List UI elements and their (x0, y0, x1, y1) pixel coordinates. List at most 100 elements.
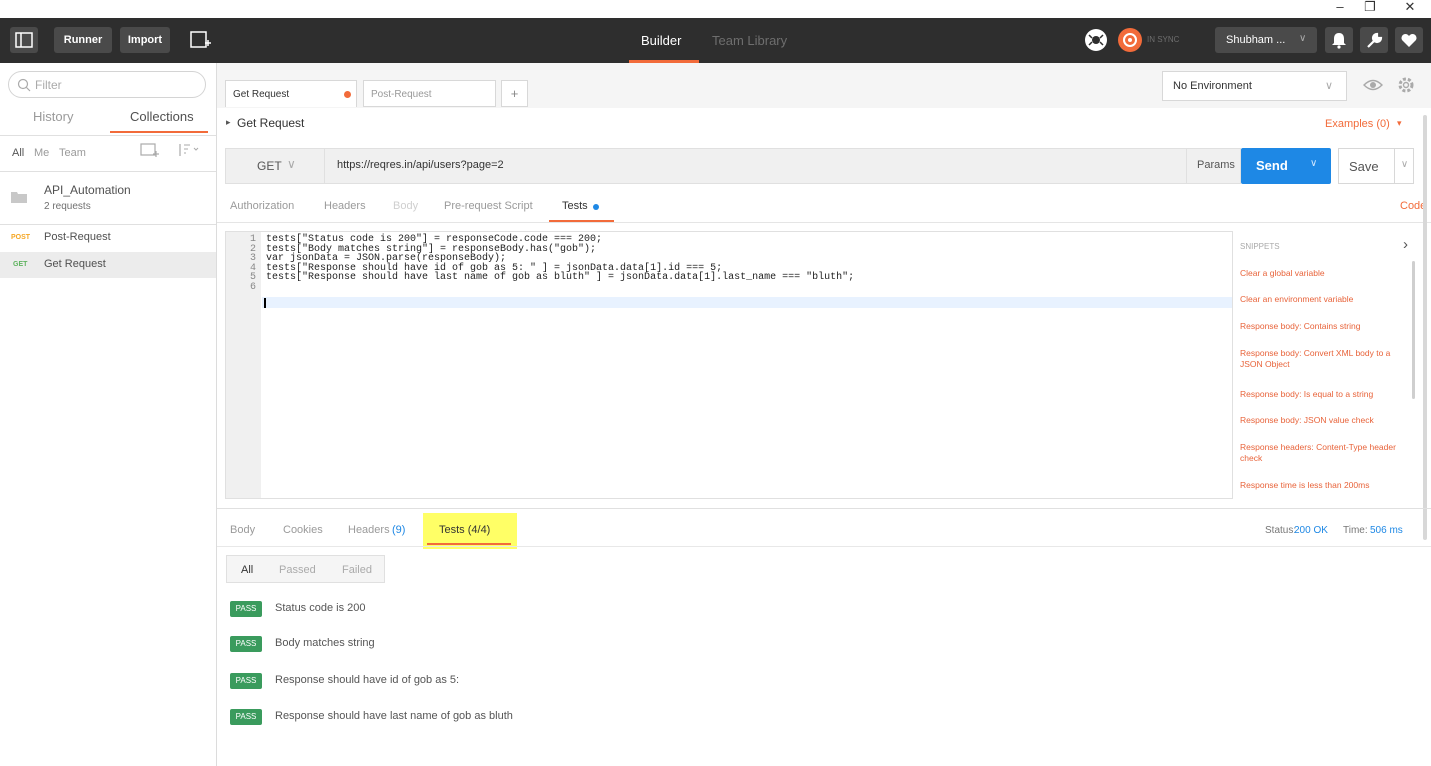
test-result: Status code is 200 (275, 602, 366, 614)
results-filter: All Passed Failed (226, 555, 385, 583)
divider (217, 222, 1431, 223)
snippet-link[interactable]: Response body: Is equal to a string (1240, 389, 1410, 400)
scope-all[interactable]: All (12, 147, 24, 159)
snippets-title: SNIPPETS (1240, 242, 1280, 251)
minimize-button[interactable]: – (1325, 0, 1355, 18)
status-value: 200 OK (1294, 525, 1328, 536)
user-menu[interactable]: Shubham ... ∨ (1215, 27, 1317, 53)
headers-count: (9) (392, 524, 406, 536)
snippets-scrollbar[interactable] (1412, 261, 1415, 399)
main-scrollbar[interactable] (1423, 115, 1427, 540)
snippet-link[interactable]: Response body: Contains string (1240, 321, 1410, 332)
pass-badge: PASS (230, 601, 262, 617)
sync-status: IN SYNC (1147, 35, 1180, 44)
active-tab-underline (427, 543, 511, 545)
chevron-right-icon[interactable]: › (1403, 236, 1408, 253)
chevron-down-icon: ∨ (1394, 149, 1414, 183)
tab-response-headers[interactable]: Headers (348, 524, 390, 536)
add-tab-button[interactable]: + (501, 80, 528, 107)
maximize-button[interactable]: ❐ (1355, 0, 1385, 18)
scope-me[interactable]: Me (34, 147, 49, 159)
request-name: Get Request (44, 258, 106, 270)
method-badge: POST (11, 234, 31, 241)
close-button[interactable]: ✕ (1395, 0, 1425, 18)
test-result: Response should have id of gob as 5: (275, 674, 460, 686)
tab-pre-request-script[interactable]: Pre-request Script (444, 200, 533, 212)
filter-all[interactable]: All (241, 564, 253, 576)
collection-name: API_Automation (44, 183, 131, 197)
bell-icon[interactable] (1325, 27, 1353, 53)
unsaved-dot-icon (344, 91, 351, 98)
line-number: 6 (249, 281, 256, 293)
tab-history[interactable]: History (33, 109, 73, 124)
sidebar-item-post-request[interactable]: POST Post-Request (0, 226, 216, 250)
tab-response-cookies[interactable]: Cookies (283, 524, 323, 536)
tab-tests[interactable]: Tests (549, 191, 614, 222)
tab-authorization[interactable]: Authorization (230, 200, 294, 212)
sidebar-toggle-icon[interactable] (10, 27, 38, 53)
snippet-link[interactable]: Clear an environment variable (1240, 294, 1410, 305)
request-tab-get[interactable]: Get Request (225, 80, 357, 107)
new-window-icon[interactable] (186, 27, 214, 53)
collection-item[interactable]: API_Automation 2 requests (0, 172, 216, 222)
filter-passed[interactable]: Passed (279, 564, 316, 576)
tab-builder[interactable]: Builder (629, 18, 699, 63)
eye-icon[interactable] (1362, 75, 1384, 95)
gear-icon[interactable] (1395, 74, 1417, 96)
environment-select[interactable]: No Environment ∨ (1162, 71, 1347, 101)
snippet-link[interactable]: Response headers: Content-Type header ch… (1240, 442, 1410, 464)
params-button[interactable]: Params (1186, 148, 1241, 184)
method-select[interactable]: GET ∨ (225, 148, 325, 184)
filter-failed[interactable]: Failed (342, 564, 372, 576)
heart-icon[interactable] (1395, 27, 1423, 53)
scope-team[interactable]: Team (59, 147, 86, 159)
interceptor-icon[interactable] (1085, 29, 1107, 51)
sidebar: Filter History Collections All Me Team A… (0, 63, 217, 766)
chevron-down-icon: ∨ (1325, 80, 1334, 92)
tab-collections[interactable]: Collections (110, 101, 208, 133)
app-header: Runner Import Builder Team Library IN SY… (0, 18, 1431, 63)
chevron-down-icon: ∨ (1299, 33, 1307, 44)
status-label: Status: (1265, 525, 1297, 536)
collection-count: 2 requests (44, 201, 91, 212)
url-input[interactable]: https://reqres.in/api/users?page=2 (337, 159, 504, 171)
filter-placeholder: Filter (35, 78, 62, 92)
send-button[interactable]: Send ∨ (1241, 148, 1331, 184)
tests-editor[interactable]: 1 2 3 4 5 6 tests["Status code is 200"] … (225, 231, 1233, 499)
test-result: Body matches string (275, 637, 375, 649)
snippet-link[interactable]: Response time is less than 200ms (1240, 480, 1410, 491)
filter-field[interactable]: Filter (8, 71, 206, 98)
folder-icon (11, 192, 27, 203)
test-result: Response should have last name of gob as… (275, 710, 513, 722)
tab-response-body[interactable]: Body (230, 524, 255, 536)
examples-link[interactable]: Examples (0) (1325, 118, 1390, 130)
sync-icon[interactable] (1118, 28, 1142, 52)
wrench-icon[interactable] (1360, 27, 1388, 53)
sidebar-item-get-request[interactable]: GET Get Request (0, 252, 216, 278)
snippet-link[interactable]: Response body: JSON value check (1240, 415, 1410, 426)
save-button[interactable]: Save ∨ (1338, 148, 1414, 184)
new-collection-icon[interactable] (140, 141, 160, 159)
runner-button[interactable]: Runner (54, 27, 112, 53)
text-cursor (264, 298, 266, 308)
tab-body[interactable]: Body (393, 200, 418, 212)
chevron-down-icon: ∨ (1310, 158, 1318, 169)
request-tab-post[interactable]: Post-Request (363, 80, 496, 107)
tab-team-library[interactable]: Team Library (712, 33, 787, 48)
time-label: Time: (1343, 525, 1368, 536)
chevron-down-icon[interactable]: ▾ (1397, 118, 1402, 129)
pass-badge: PASS (230, 709, 262, 725)
import-button[interactable]: Import (120, 27, 170, 53)
time-value: 506 ms (1370, 525, 1403, 536)
search-icon (17, 78, 31, 92)
breadcrumb: Get Request (237, 116, 305, 130)
snippet-link[interactable]: Clear a global variable (1240, 268, 1410, 279)
tab-headers[interactable]: Headers (324, 200, 366, 212)
divider (217, 508, 1431, 509)
tab-response-tests[interactable]: Tests (4/4) (423, 513, 517, 549)
chevron-down-icon: ∨ (287, 157, 296, 171)
sort-icon[interactable] (176, 141, 202, 159)
divider (0, 224, 216, 225)
active-line (262, 297, 1232, 308)
snippet-link[interactable]: Response body: Convert XML body to a JSO… (1240, 348, 1410, 370)
